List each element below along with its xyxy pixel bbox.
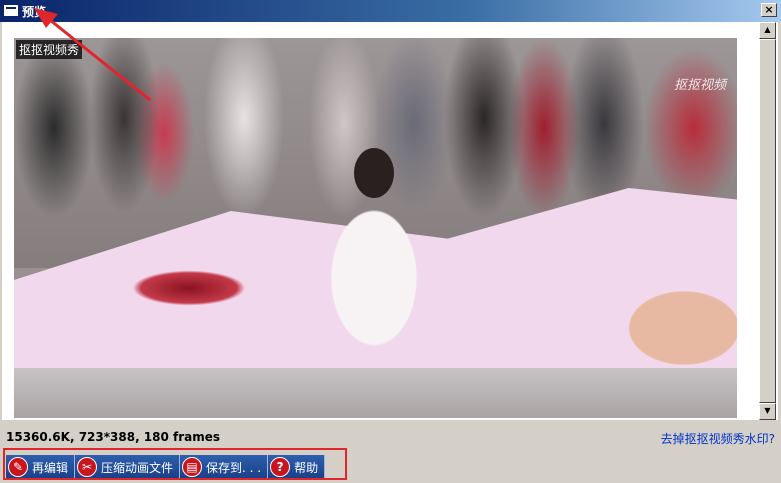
- help-icon: ?: [270, 457, 291, 477]
- scroll-thumb[interactable]: [759, 39, 776, 403]
- wrench-icon: ✎: [8, 457, 28, 477]
- compress-label: 压缩动画文件: [101, 460, 174, 475]
- close-button[interactable]: ×: [761, 3, 777, 17]
- save-icon: ▤: [182, 457, 203, 477]
- save-to-label: 保存到. . .: [206, 460, 262, 475]
- help-label: 帮助: [294, 460, 319, 475]
- save-to-button[interactable]: ▤ 保存到. . .: [180, 455, 269, 479]
- help-button[interactable]: ? 帮助: [268, 455, 326, 479]
- scroll-down-icon[interactable]: ▼: [759, 403, 776, 420]
- remove-watermark-link[interactable]: 去掉抠抠视频秀水印?: [661, 430, 775, 447]
- compress-button[interactable]: ✂ 压缩动画文件: [75, 455, 181, 479]
- vertical-scrollbar[interactable]: ▲ ▼: [759, 22, 776, 420]
- annotation-arrow: [34, 8, 151, 102]
- bride-head: [354, 148, 394, 198]
- re-edit-button[interactable]: ✎ 再编辑: [6, 455, 76, 479]
- hand: [574, 208, 737, 408]
- rose-bouquet: [104, 258, 274, 318]
- scissors-icon: ✂: [77, 457, 98, 477]
- scroll-up-icon[interactable]: ▲: [759, 22, 776, 39]
- re-edit-label: 再编辑: [32, 460, 69, 475]
- watermark-corner: 抠抠视频: [674, 78, 727, 93]
- bottom-toolbar: ✎ 再编辑 ✂ 压缩动画文件 ▤ 保存到. . . ? 帮助: [6, 455, 326, 479]
- file-info: 15360.6K, 723*388, 180 frames: [6, 430, 221, 444]
